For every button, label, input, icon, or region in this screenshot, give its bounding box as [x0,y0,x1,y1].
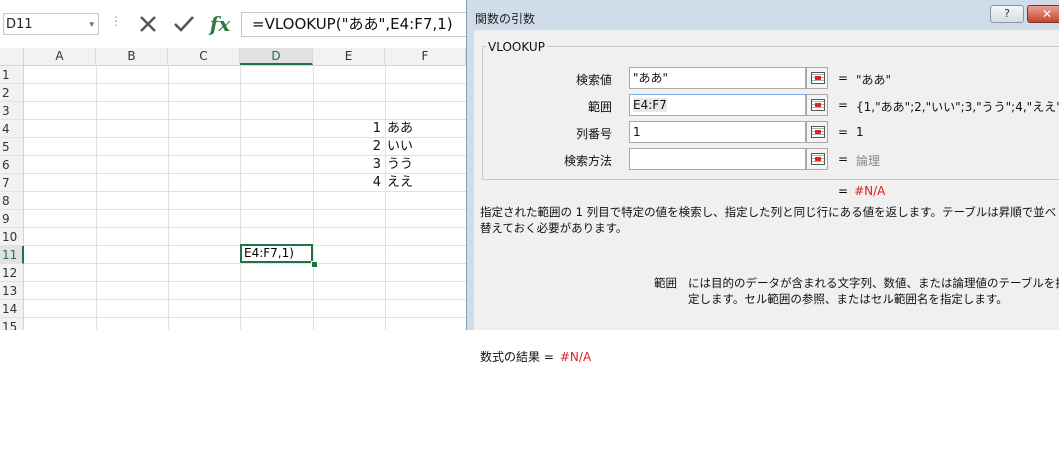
row-header-14[interactable]: 14 [0,300,24,318]
formula-result: 数式の結果 = #N/A [480,348,591,365]
cell-f6[interactable]: うう [387,156,463,174]
row-header-15[interactable]: 15 [0,318,24,330]
row-header-11[interactable]: 11 [0,246,24,264]
close-button[interactable]: ✕ [1027,5,1059,23]
cell-e6[interactable]: 3 [313,156,381,174]
result-value: #N/A [854,184,886,198]
function-name: VLOOKUP [486,40,547,54]
gridline [24,317,466,318]
cell-f4[interactable]: ああ [387,120,463,138]
arg-label-table-array: 範囲 [587,100,612,114]
col-index-input[interactable]: 1 [629,121,806,143]
gridline [24,263,466,264]
gridline [24,209,466,210]
row-header-3[interactable]: 3 [0,102,24,120]
formula-bar-buttons: fx [128,12,236,36]
arg-result: 論理 [856,154,881,168]
help-button[interactable]: ? [990,5,1024,23]
cell-f7[interactable]: ええ [387,174,463,192]
enter-button[interactable] [168,12,200,36]
select-all-corner[interactable] [0,48,24,65]
formula-input[interactable]: =VLOOKUP("ああ",E4:F7,1) [241,12,470,37]
column-header-a[interactable]: A [24,48,96,65]
collapse-dialog-button[interactable] [806,121,828,143]
equals-sign: = [838,152,849,166]
arg-description-name: 範囲 [654,276,677,290]
gridline [24,281,466,282]
row-header-2[interactable]: 2 [0,84,24,102]
equals-sign: = [838,184,849,198]
gridline [24,83,466,84]
arg-result: "ああ" [856,73,892,87]
grip-icon: ⋮ [110,14,123,28]
collapse-dialog-button[interactable] [806,94,828,116]
name-box-value: D11 [6,17,33,32]
row-header-9[interactable]: 9 [0,210,24,228]
arg-label-range-lookup: 検索方法 [563,154,612,168]
cell-f5[interactable]: いい [387,138,463,156]
row-header-8[interactable]: 8 [0,192,24,210]
collapse-dialog-button[interactable] [806,67,828,89]
arg-description: には目的のデータが含まれる文字列、数値、または論理値のテーブルを指定します。セル… [688,276,1059,306]
row-header-12[interactable]: 12 [0,264,24,282]
column-header-d[interactable]: D [240,48,313,65]
row-header-13[interactable]: 13 [0,282,24,300]
spreadsheet-grid[interactable]: A B C D E F 1 2 3 4 5 6 7 8 9 10 11 12 1… [0,48,466,330]
column-header-c[interactable]: C [168,48,240,65]
arg-label-col-index: 列番号 [575,127,612,141]
cell-e5[interactable]: 2 [313,138,381,156]
row-header-6[interactable]: 6 [0,156,24,174]
row-header-5[interactable]: 5 [0,138,24,156]
gridline [313,66,314,330]
arg-result: {1,"ああ";2,"いい";3,"うう";4,"ええ"} [856,100,1059,114]
row-header-10[interactable]: 10 [0,228,24,246]
lookup-value-input[interactable]: "ああ" [629,67,806,89]
insert-function-button[interactable]: fx [204,12,236,36]
gridline [96,66,97,330]
dialog-body: VLOOKUP 検索値 "ああ" = "ああ" 範囲 E4:F7 = {1,"あ… [474,30,1059,364]
column-headers: A B C D E F [0,48,466,66]
gridline [385,66,386,330]
dialog-title: 関数の引数 [475,12,536,26]
check-icon [174,16,194,32]
formula-result-label: 数式の結果 = [480,350,554,364]
chevron-down-icon[interactable]: ▾ [89,14,94,36]
arg-label-lookup-value: 検索値 [575,73,612,87]
active-cell-d11[interactable]: E4:F7,1) [240,244,313,263]
gridline [240,66,241,330]
cancel-button[interactable] [132,12,164,36]
name-box[interactable]: D11 ▾ [3,13,99,35]
collapse-dialog-button[interactable] [806,148,828,170]
row-header-1[interactable]: 1 [0,66,24,84]
column-header-b[interactable]: B [96,48,168,65]
selected-text: E4:F7 [633,98,667,112]
row-header-7[interactable]: 7 [0,174,24,192]
function-result: = #N/A [838,184,885,198]
gridline [168,66,169,330]
range-lookup-input[interactable] [629,148,806,170]
gridline [24,299,466,300]
cell-e7[interactable]: 4 [313,174,381,192]
gridline [24,101,466,102]
equals-sign: = [838,71,849,85]
function-description: 指定された範囲の 1 列目で特定の値を検索し、指定した列と同じ行にある値を返しま… [480,205,1057,235]
equals-sign: = [838,125,849,139]
equals-sign: = [838,98,849,112]
column-header-e[interactable]: E [313,48,385,65]
table-array-input[interactable]: E4:F7 [629,94,806,116]
close-icon [140,16,156,32]
formula-bar: D11 ▾ ⋮ fx =VLOOKUP("ああ",E4:F7,1) [0,0,470,47]
fill-handle[interactable] [311,261,318,268]
gridline [24,227,466,228]
row-header-4[interactable]: 4 [0,120,24,138]
formula-result-value: #N/A [559,350,592,364]
cell-e4[interactable]: 1 [313,120,381,138]
column-header-f[interactable]: F [385,48,466,65]
arg-result: 1 [856,125,864,139]
function-arguments-dialog: 関数の引数 ? ✕ VLOOKUP 検索値 "ああ" = "ああ" 範囲 E4:… [466,0,1059,364]
